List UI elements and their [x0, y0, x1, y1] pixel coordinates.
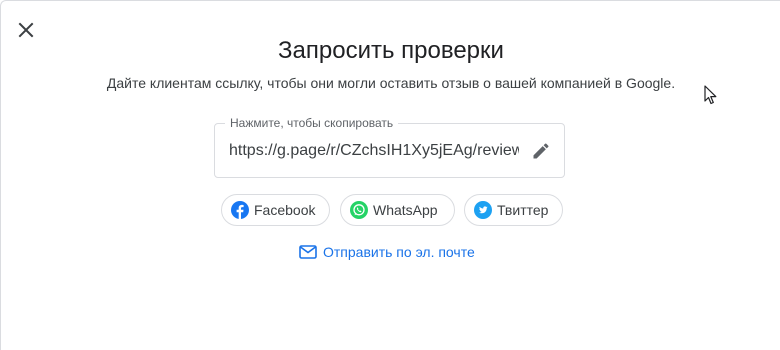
share-buttons: Facebook WhatsApp Твиттер [1, 194, 780, 228]
facebook-icon [231, 201, 249, 219]
dialog-subtitle: Дайте клиентам ссылку, чтобы они могли о… [106, 75, 676, 91]
share-whatsapp-button[interactable]: WhatsApp [340, 194, 455, 226]
mouse-cursor-icon [704, 85, 718, 105]
review-link-field[interactable]: Нажмите, чтобы скопировать https://g.pag… [214, 116, 565, 178]
share-whatsapp-label: WhatsApp [373, 202, 438, 218]
review-link-value[interactable]: https://g.page/r/CZchsIH1Xy5jEAg/review [229, 142, 519, 160]
request-reviews-dialog: Запросить проверки Дайте клиентам ссылку… [0, 0, 780, 350]
share-facebook-label: Facebook [254, 202, 316, 218]
send-by-email-label: Отправить по эл. почте [323, 244, 475, 260]
edit-link-button[interactable] [528, 138, 554, 164]
share-twitter-label: Твиттер [497, 202, 549, 218]
review-link-label: Нажмите, чтобы скопировать [225, 116, 399, 130]
send-by-email-link[interactable]: Отправить по эл. почте [299, 242, 475, 262]
share-twitter-button[interactable]: Твиттер [464, 194, 563, 226]
share-facebook-button[interactable]: Facebook [221, 194, 330, 226]
mail-icon [299, 243, 317, 261]
close-icon [18, 22, 34, 38]
pencil-icon [533, 143, 549, 159]
whatsapp-icon [350, 201, 368, 219]
twitter-icon [474, 201, 492, 219]
dialog-title: Запросить проверки [278, 37, 504, 64]
